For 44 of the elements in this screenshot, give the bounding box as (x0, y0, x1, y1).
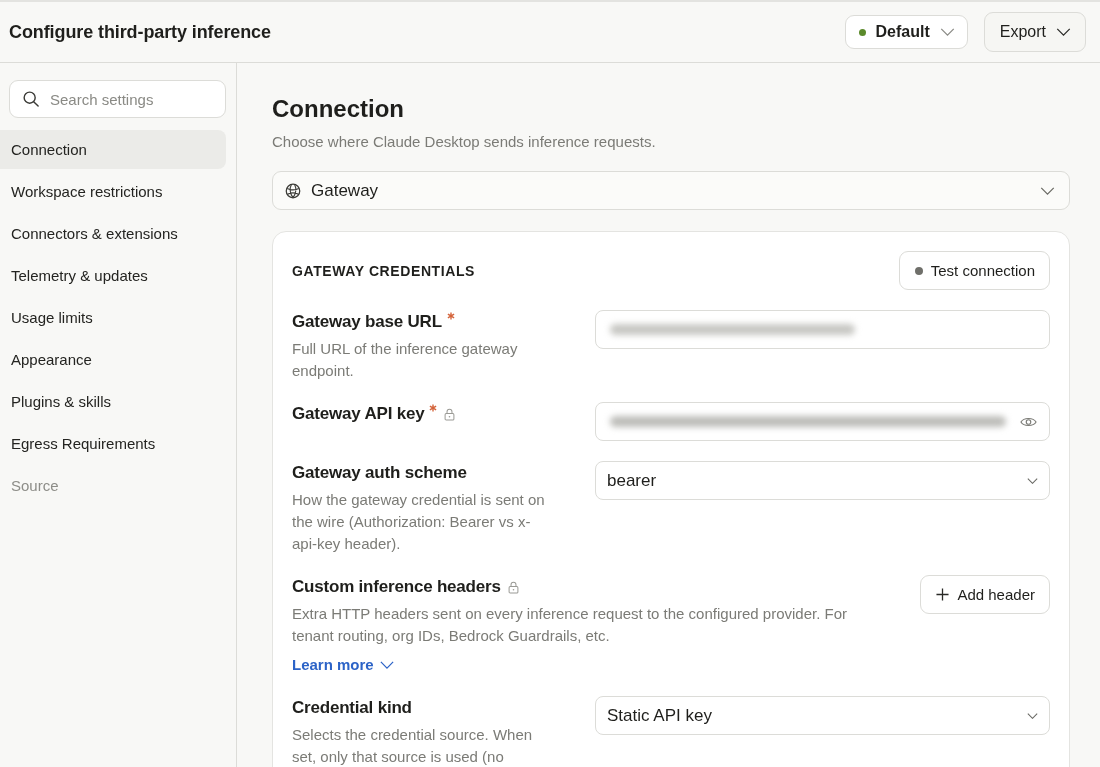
globe-icon (285, 182, 301, 199)
field-description: Selects the credential source. When set, only that source is used (no (292, 725, 534, 767)
status-dot-icon (914, 266, 923, 275)
sidebar-item[interactable]: Connectors & extensions (0, 214, 226, 253)
sidebar-item[interactable]: Telemetry & updates (0, 256, 226, 295)
chevron-down-icon (379, 661, 394, 669)
plus-icon (936, 588, 950, 601)
provider-select[interactable]: Gateway (272, 171, 1070, 210)
sidebar-item[interactable]: Usage limits (0, 298, 226, 337)
section-subtitle: Choose where Claude Desktop sends inference requests. (272, 132, 657, 152)
field-label: Gateway base URL (292, 312, 442, 332)
chevron-down-icon (939, 28, 955, 36)
chevron-down-icon (1027, 477, 1038, 484)
sidebar-item[interactable]: Appearance (0, 340, 226, 379)
profile-dropdown[interactable]: Default (844, 15, 968, 49)
section-title: Connection (272, 94, 405, 124)
chevron-down-icon (1056, 28, 1071, 36)
select-dropdown[interactable]: bearer (595, 461, 1050, 500)
field-description: How the gateway credential is sent on the wire (Authorization: Bearer vs x-api-key header). (292, 490, 546, 554)
field-label: Credential kind (292, 698, 412, 718)
sidebar-item[interactable]: Connection (0, 130, 226, 169)
chevron-down-icon (1040, 186, 1055, 195)
learn-more-link[interactable]: Learn more (292, 654, 394, 676)
sidebar-item[interactable]: Workspace restrictions (0, 172, 226, 211)
card-title: GATEWAY CREDENTIALS (292, 262, 476, 279)
url-input-field[interactable] (595, 310, 1050, 349)
select-dropdown[interactable]: Static API key (595, 696, 1050, 735)
field-label: Gateway auth scheme (292, 463, 467, 483)
field-description: Extra HTTP headers sent on every inference request to the configured provider. For tenant routing, org IDs, Bedrock Guardrails, etc. (292, 604, 848, 646)
field-description: Full URL of the inference gateway endpoint. (292, 339, 519, 381)
search-field[interactable]: Search settings (9, 80, 226, 118)
search-icon (23, 91, 39, 107)
export-dropdown[interactable]: Export (983, 12, 1086, 52)
test-connection-button[interactable]: Test connection (898, 251, 1050, 290)
api-key-input-field[interactable] (595, 402, 1050, 441)
field-label: Gateway API key (292, 404, 425, 424)
chevron-down-icon (1027, 712, 1038, 719)
window-title: Configure third-party inference (9, 21, 271, 43)
sidebar-item[interactable]: Egress Requirements (0, 424, 226, 463)
eye-icon[interactable] (1020, 415, 1037, 428)
sidebar-item[interactable]: Plugins & skills (0, 382, 226, 421)
status-dot-icon (858, 28, 866, 36)
add-header-button[interactable]: Add header (920, 575, 1050, 614)
field-label: Custom inference headers (292, 577, 501, 597)
